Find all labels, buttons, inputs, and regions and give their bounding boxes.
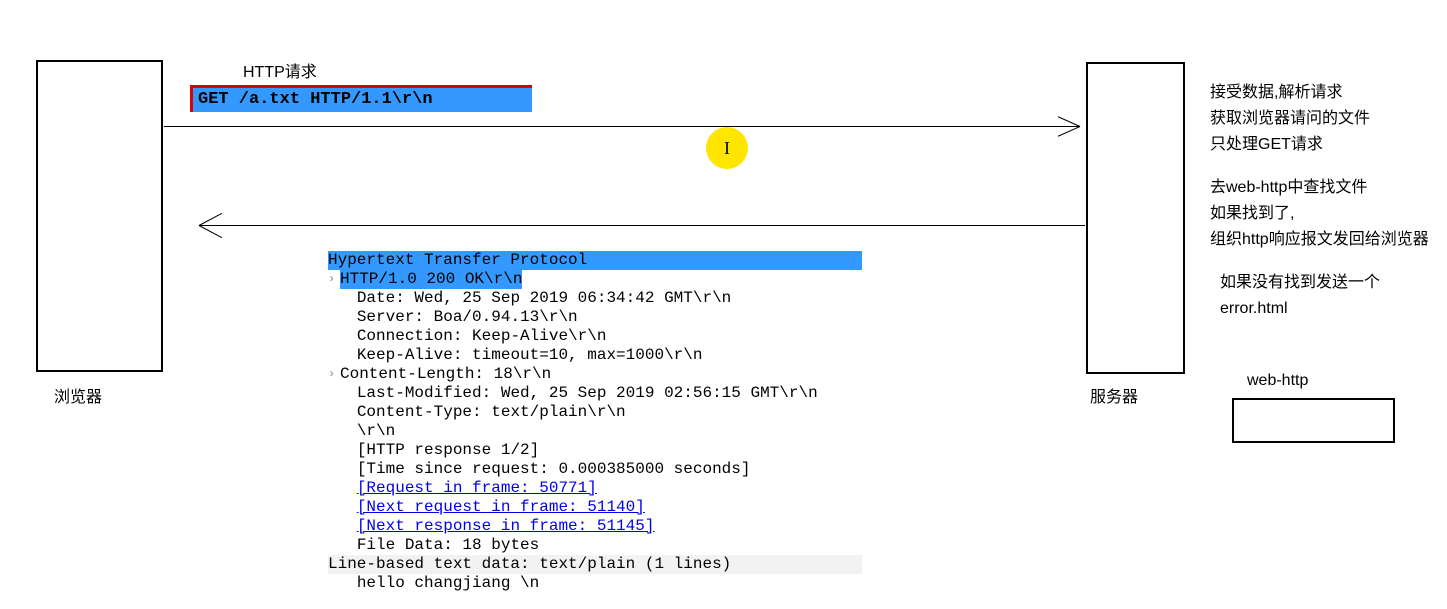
response-link[interactable]: [Request in frame: 50771] — [328, 479, 862, 498]
request-line-text: GET /a.txt HTTP/1.1\r\n — [198, 90, 433, 109]
response-line: [Time since request: 0.000385000 seconds… — [328, 460, 862, 479]
response-line: Connection: Keep-Alive\r\n — [328, 327, 862, 346]
note-line: 如果没有找到发送一个 — [1220, 270, 1380, 296]
text-cursor-icon: I — [706, 127, 748, 169]
server-box — [1086, 62, 1185, 374]
response-line: \r\n — [328, 422, 862, 441]
note-line: 只处理GET请求 — [1210, 132, 1370, 158]
response-line-based: Line-based text data: text/plain (1 line… — [328, 555, 862, 574]
notes-group-1: 接受数据,解析请求 获取浏览器请问的文件 只处理GET请求 — [1210, 80, 1370, 158]
expand-caret-icon[interactable]: › — [328, 270, 340, 289]
response-line: Content-Type: text/plain\r\n — [328, 403, 862, 422]
response-line: [HTTP response 1/2] — [328, 441, 862, 460]
note-line: 如果找到了, — [1210, 201, 1429, 227]
web-http-box — [1232, 398, 1395, 443]
response-line: Last-Modified: Wed, 25 Sep 2019 02:56:15… — [328, 384, 862, 403]
notes-group-3: 如果没有找到发送一个 error.html — [1220, 270, 1380, 322]
note-line: error.html — [1220, 296, 1380, 322]
browser-label: 浏览器 — [54, 383, 102, 407]
expand-caret-icon[interactable]: › — [328, 365, 340, 384]
response-line: Server: Boa/0.94.13\r\n — [328, 308, 862, 327]
note-line: 接受数据,解析请求 — [1210, 80, 1370, 106]
browser-box — [36, 60, 163, 372]
note-line: 组织http响应报文发回给浏览器 — [1210, 227, 1429, 253]
http-request-title: HTTP请求 — [243, 58, 317, 82]
response-line: Keep-Alive: timeout=10, max=1000\r\n — [328, 346, 862, 365]
response-arrow-line — [199, 225, 1085, 226]
response-title: Hypertext Transfer Protocol — [328, 251, 862, 270]
response-link[interactable]: [Next request in frame: 51140] — [328, 498, 862, 517]
response-file-data: File Data: 18 bytes — [328, 536, 862, 555]
request-arrow-line — [164, 126, 1080, 127]
response-body: hello changjiang \n — [328, 574, 862, 593]
response-content-length: Content-Length: 18\r\n — [340, 365, 551, 383]
note-line: 去web-http中查找文件 — [1210, 175, 1429, 201]
request-line-box: GET /a.txt HTTP/1.1\r\n — [190, 85, 532, 112]
web-http-label: web-http — [1247, 372, 1308, 390]
response-link[interactable]: [Next response in frame: 51145] — [328, 517, 862, 536]
response-panel: Hypertext Transfer Protocol ›HTTP/1.0 20… — [328, 251, 862, 593]
server-label: 服务器 — [1090, 383, 1138, 407]
note-line: 获取浏览器请问的文件 — [1210, 106, 1370, 132]
notes-group-2: 去web-http中查找文件 如果找到了, 组织http响应报文发回给浏览器 — [1210, 175, 1429, 253]
response-line: Date: Wed, 25 Sep 2019 06:34:42 GMT\r\n — [328, 289, 862, 308]
response-status: HTTP/1.0 200 OK\r\n — [340, 270, 522, 289]
